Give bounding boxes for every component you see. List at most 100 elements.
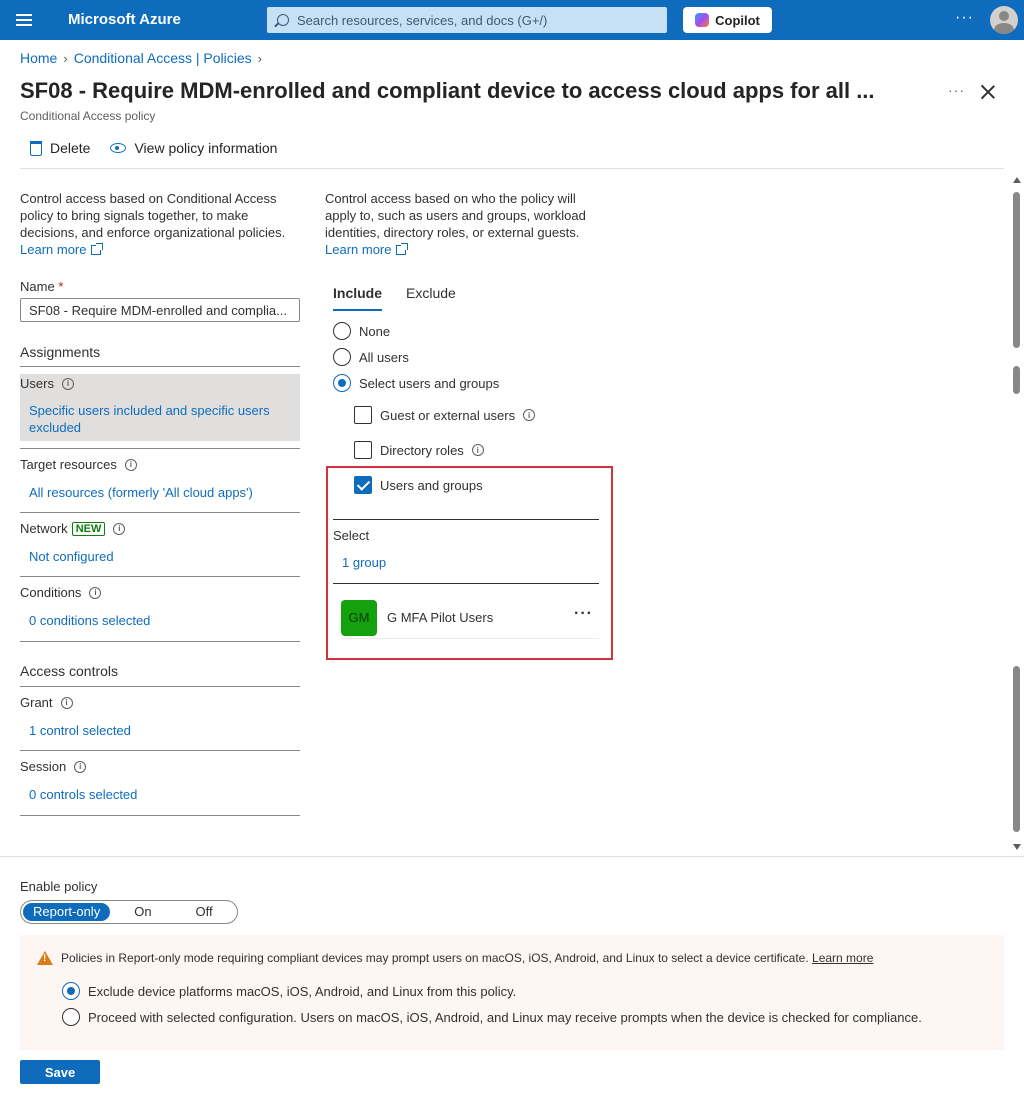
- new-badge: NEW: [71, 521, 106, 536]
- checkbox-directory-roles[interactable]: Directory roles i: [354, 441, 484, 459]
- more-icon[interactable]: ···: [574, 605, 593, 623]
- checkbox[interactable]: [354, 406, 372, 424]
- radio-all-users[interactable]: All users: [333, 348, 409, 366]
- select-groups-link[interactable]: 1 group: [342, 555, 386, 570]
- radio-select-users-groups[interactable]: Select users and groups: [333, 374, 499, 392]
- breadcrumb-home[interactable]: Home: [20, 50, 57, 66]
- divider: [20, 512, 300, 513]
- info-icon[interactable]: i: [60, 696, 73, 709]
- session-label-text: Session: [20, 759, 67, 774]
- scrollbar-thumb[interactable]: [1013, 366, 1020, 394]
- info-icon[interactable]: i: [89, 586, 102, 599]
- option-off[interactable]: Off: [186, 903, 223, 921]
- radio-button[interactable]: [62, 1008, 80, 1026]
- grant-link[interactable]: 1 control selected: [29, 722, 131, 739]
- name-field[interactable]: SF08 - Require MDM-enrolled and complia.…: [20, 298, 300, 322]
- top-bar: Microsoft Azure Search resources, servic…: [0, 0, 1024, 40]
- info-icon[interactable]: i: [523, 409, 536, 421]
- target-resources-link[interactable]: All resources (formerly 'All cloud apps'…: [29, 484, 253, 501]
- warning-message: Policies in Report-only mode requiring c…: [61, 951, 809, 965]
- info-icon[interactable]: i: [124, 458, 137, 471]
- breadcrumb: Home › Conditional Access | Policies ›: [20, 50, 262, 66]
- network-link[interactable]: Not configured: [29, 548, 114, 565]
- save-button[interactable]: Save: [20, 1060, 100, 1084]
- radio-button[interactable]: [333, 374, 351, 392]
- divider: [333, 583, 599, 584]
- warning-icon: [37, 951, 53, 965]
- divider: [0, 856, 1024, 857]
- grant-label-text: Grant: [20, 695, 53, 710]
- learn-more-link[interactable]: Learn more: [325, 242, 409, 257]
- scroll-down-icon[interactable]: [1013, 844, 1021, 850]
- radio-button[interactable]: [333, 322, 351, 340]
- scroll-up-icon[interactable]: [1013, 177, 1021, 183]
- info-icon[interactable]: i: [113, 522, 126, 535]
- view-policy-info-button[interactable]: View policy information: [106, 140, 277, 156]
- divider: [20, 686, 300, 687]
- info-icon[interactable]: i: [61, 377, 74, 390]
- toolbar: Delete View policy information: [20, 140, 277, 156]
- more-icon[interactable]: ···: [948, 82, 965, 98]
- breadcrumb-policies[interactable]: Conditional Access | Policies: [74, 50, 252, 66]
- radio-button[interactable]: [333, 348, 351, 366]
- right-intro: Control access based on who the policy w…: [325, 190, 590, 258]
- network-label-text: Network: [20, 521, 68, 536]
- conditions-link[interactable]: 0 conditions selected: [29, 612, 150, 629]
- avatar[interactable]: [990, 6, 1018, 34]
- chevron-right-icon: ›: [63, 50, 68, 66]
- learn-more-label: Learn more: [20, 242, 87, 257]
- page-title: SF08 - Require MDM-enrolled and complian…: [20, 78, 875, 103]
- session-link[interactable]: 0 controls selected: [29, 786, 137, 803]
- checkbox-guest-external[interactable]: Guest or external users i: [354, 406, 536, 424]
- scrollbar-thumb[interactable]: [1013, 666, 1020, 832]
- close-icon[interactable]: [980, 84, 996, 100]
- radio-button[interactable]: [62, 982, 80, 1000]
- tab-include[interactable]: Include: [333, 285, 383, 311]
- external-link-icon: [396, 243, 409, 255]
- name-label-text: Name: [20, 279, 55, 294]
- conditions-label-text: Conditions: [20, 585, 82, 600]
- target-resources-label: Target resources i: [20, 457, 137, 472]
- more-icon[interactable]: ···: [955, 9, 974, 27]
- learn-more-link[interactable]: Learn more: [20, 242, 104, 257]
- delete-label: Delete: [50, 140, 91, 156]
- warning-panel: Policies in Report-only mode requiring c…: [20, 935, 1004, 1050]
- radio-proceed-config[interactable]: Proceed with selected configuration. Use…: [62, 1008, 922, 1026]
- info-icon[interactable]: i: [74, 760, 87, 773]
- users-summary-link[interactable]: Specific users included and specific use…: [29, 402, 289, 436]
- view-info-label: View policy information: [134, 140, 278, 156]
- divider: [20, 576, 300, 577]
- learn-more-link[interactable]: Learn more: [812, 951, 873, 965]
- option-report-only[interactable]: Report-only: [23, 903, 111, 921]
- menu-icon[interactable]: [16, 14, 32, 26]
- checkbox-label: Directory roles: [380, 442, 464, 458]
- select-heading: Select: [333, 528, 370, 543]
- page-subtitle: Conditional Access policy: [20, 109, 156, 123]
- copilot-button[interactable]: Copilot: [683, 7, 772, 33]
- option-on[interactable]: On: [124, 903, 161, 921]
- tab-exclude[interactable]: Exclude: [406, 285, 456, 311]
- copilot-label: Copilot: [715, 12, 760, 28]
- name-label: Name *: [20, 279, 63, 294]
- enable-policy-toggle[interactable]: Report-only On Off: [20, 900, 238, 924]
- divider: [20, 168, 1004, 169]
- search-input[interactable]: Search resources, services, and docs (G+…: [267, 7, 667, 33]
- delete-button[interactable]: Delete: [20, 140, 90, 156]
- divider: [20, 750, 300, 751]
- grant-label: Grant i: [20, 695, 73, 710]
- radio-none[interactable]: None: [333, 322, 390, 340]
- brand-title[interactable]: Microsoft Azure: [68, 11, 181, 28]
- scrollbar-thumb[interactable]: [1013, 192, 1020, 348]
- left-panel: Control access based on Conditional Acce…: [20, 190, 300, 816]
- checkbox[interactable]: [354, 441, 372, 459]
- left-intro-text: Control access based on Conditional Acce…: [20, 191, 286, 240]
- divider: [20, 366, 300, 367]
- radio-exclude-platforms[interactable]: Exclude device platforms macOS, iOS, And…: [62, 982, 516, 1000]
- copilot-icon: [695, 13, 710, 27]
- scrollbar[interactable]: [1012, 172, 1022, 852]
- assignments-heading: Assignments: [20, 344, 101, 360]
- info-icon[interactable]: i: [471, 444, 484, 456]
- search-placeholder: Search resources, services, and docs (G+…: [297, 12, 548, 28]
- access-controls-heading: Access controls: [20, 663, 119, 679]
- external-link-icon: [91, 243, 104, 255]
